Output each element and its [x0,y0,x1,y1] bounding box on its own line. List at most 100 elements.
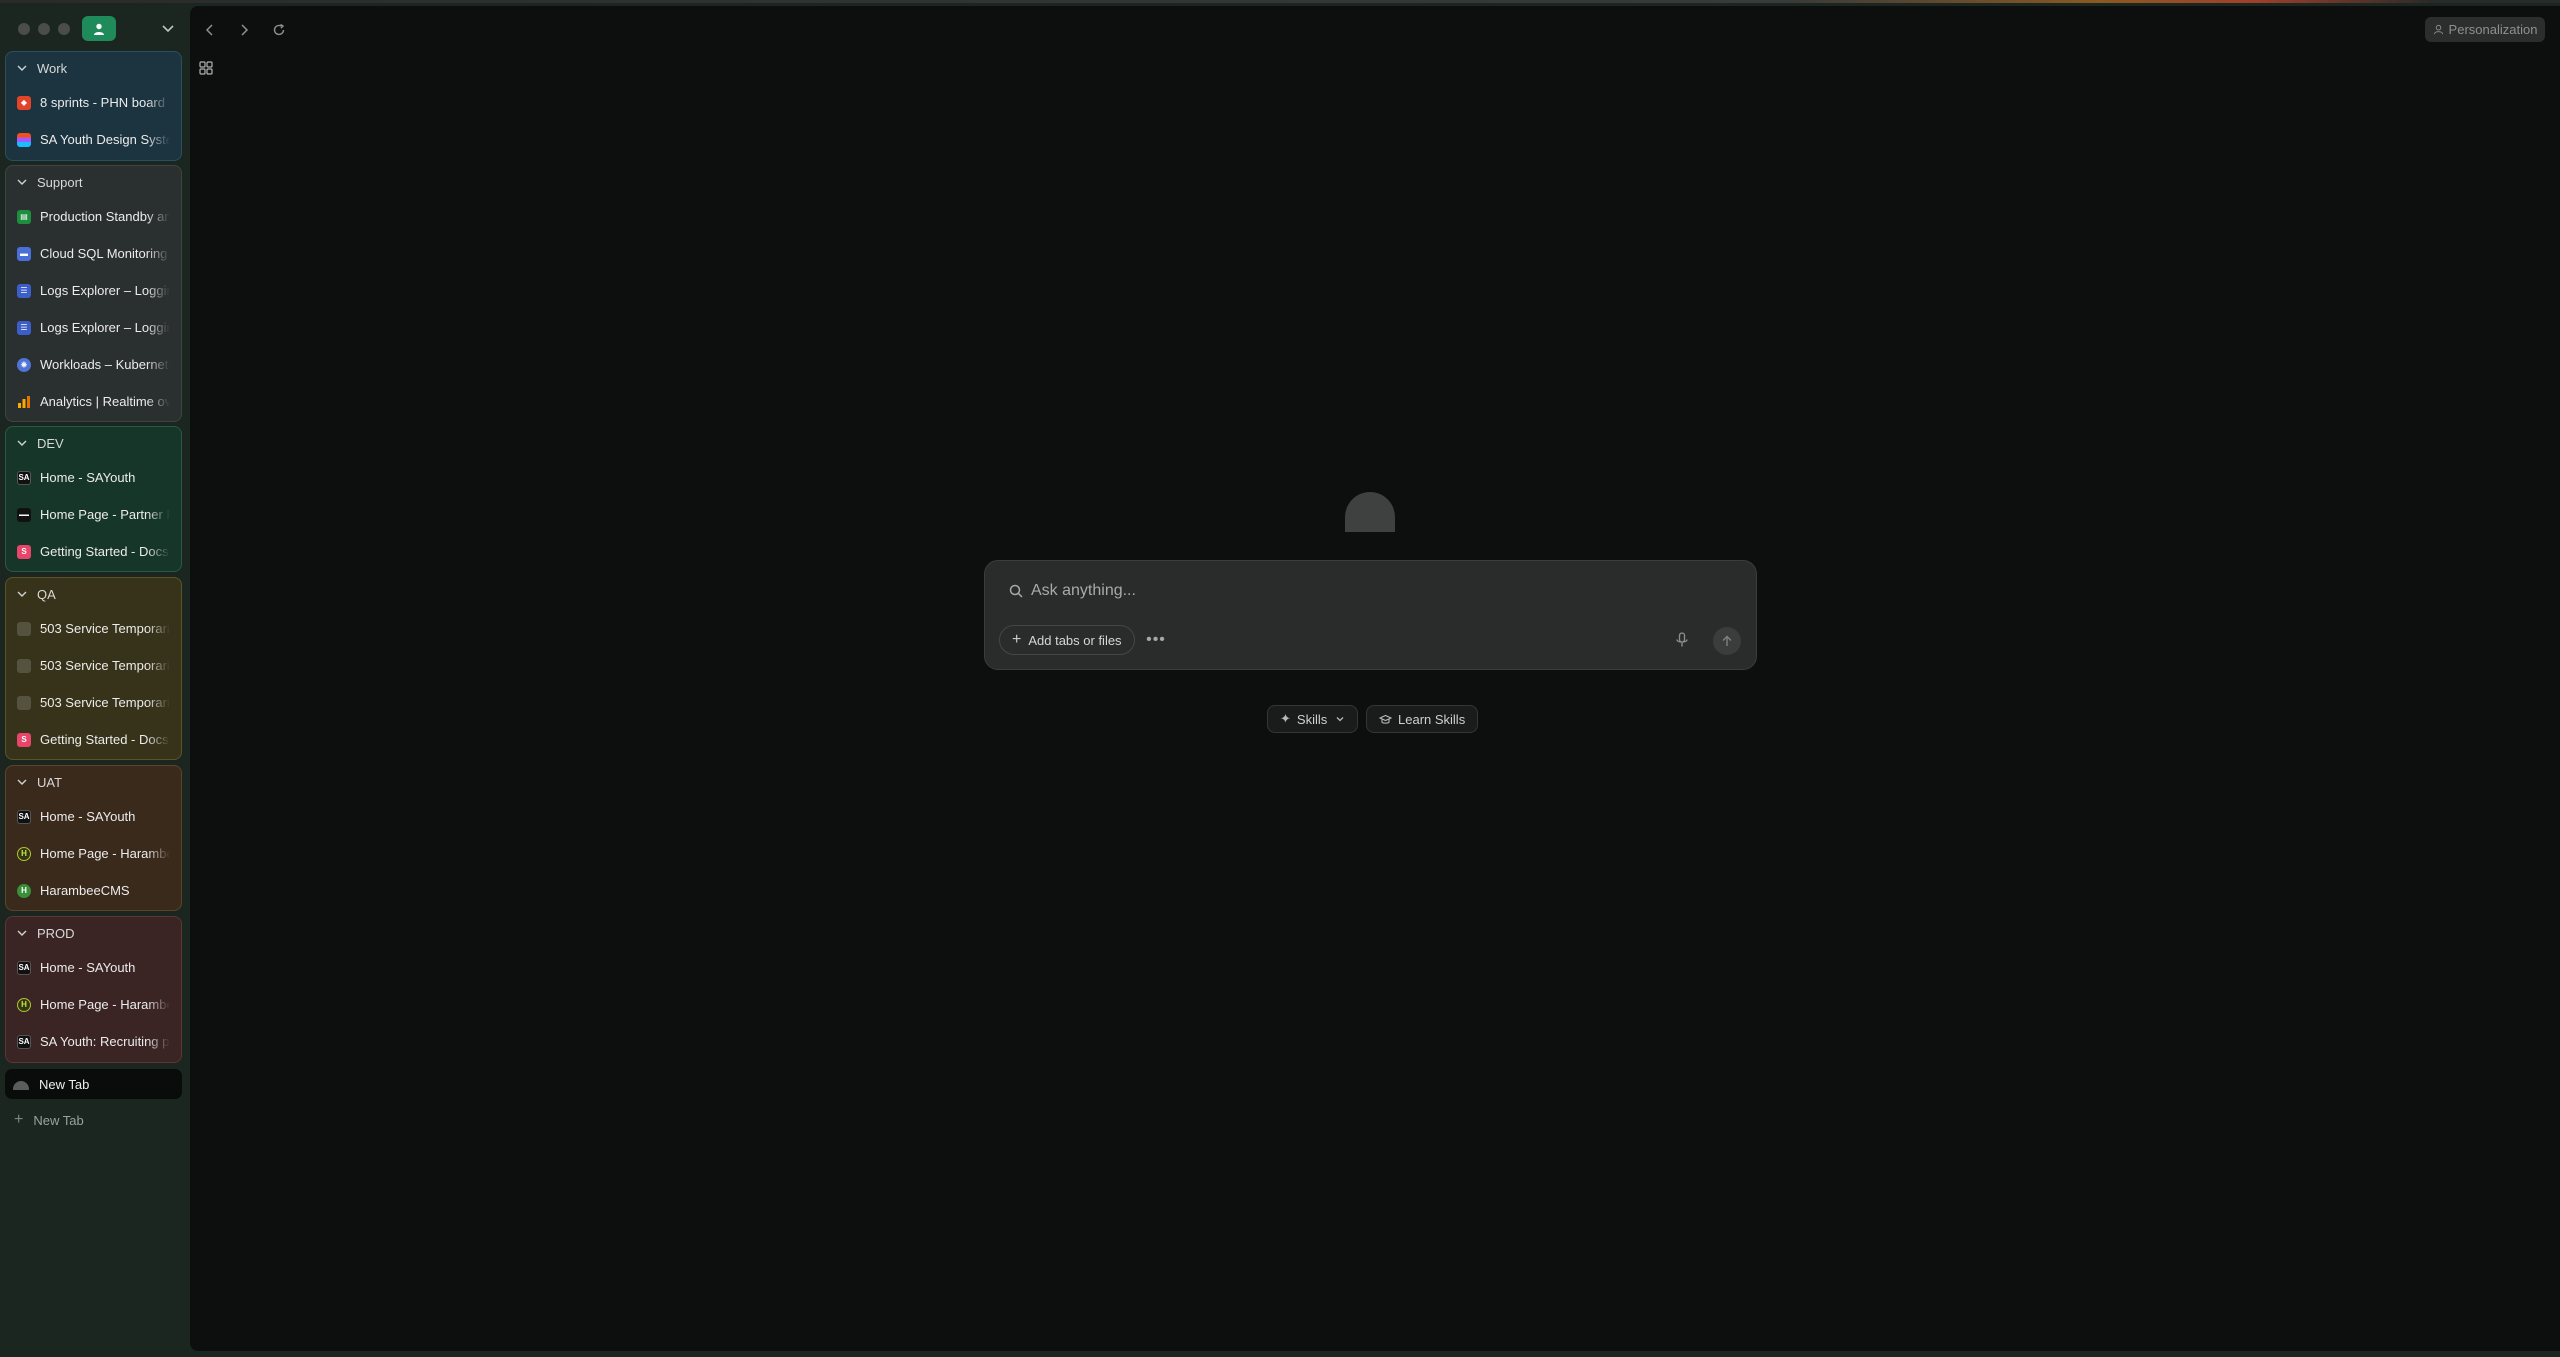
sidebar-tab[interactable]: ☰ Logs Explorer – Logging [6,309,181,346]
analytics-icon [17,395,31,409]
sidebar-tab[interactable]: 503 Service Temporarily Unavailable [6,647,181,684]
tab-group-name: Work [37,60,68,76]
tab-group-work: Work ◆ 8 sprints - PHN board SA Youth De… [5,51,182,161]
sidebar-tab[interactable]: Analytics | Realtime overview [6,383,181,420]
tab-group-support: Support ▤ Production Standby and Support… [5,165,182,422]
grid-icon[interactable] [198,60,214,76]
harambee-icon: H [17,846,31,861]
sidebar-tab-label: 503 Service Temporarily Unavailable [40,658,170,673]
sidebar-tab-label: Home - SAYouth [40,809,136,824]
tab-group-dev: DEV SA Home - SAYouth ▬▬ Home Page - Par… [5,426,182,572]
new-tab-button[interactable]: + New Tab [5,1106,182,1134]
close-window-icon[interactable] [18,23,30,35]
chat-composer: + Add tabs or files ••• [984,560,1757,670]
skills-dropdown[interactable]: ✦ Skills [1267,705,1359,733]
assistant-logo-icon [1345,492,1395,532]
tab-group-header[interactable]: Support [6,166,181,198]
sidebar-tab[interactable]: S Getting Started - Docs [6,721,181,758]
sidebar-tab[interactable]: 503 Service Temporarily Unavailable [6,610,181,647]
personalization-button[interactable]: Personalization [2425,17,2545,42]
user-icon [94,23,104,35]
send-button[interactable] [1713,627,1741,655]
graduation-cap-icon [1379,714,1392,724]
tab-group-name: Support [37,174,83,190]
forward-button[interactable] [234,20,254,40]
chevron-left-icon [205,24,213,36]
sidebar-tab-label: Getting Started - Docs [40,732,169,747]
chevron-down-icon[interactable] [160,20,176,36]
learn-skills-button[interactable]: Learn Skills [1366,705,1479,733]
sayouth-icon: SA [17,809,31,824]
sidebar-tab[interactable]: SA Youth Design System [6,121,181,158]
sidebar-tab[interactable]: H Home Page - Harambee [6,986,181,1023]
chevron-down-icon [17,440,27,446]
blank-page-icon [17,695,31,710]
tab-group-prod: PROD SA Home - SAYouth H Home Page - Har… [5,916,182,1063]
learn-skills-label: Learn Skills [1398,711,1466,727]
sidebar-tab[interactable]: SA SA Youth: Recruiting platform [6,1023,181,1060]
blank-page-icon [17,658,31,673]
strapi-icon: S [17,544,31,559]
chevron-down-icon [17,779,27,785]
tab-group-name: QA [37,586,56,602]
personalization-label: Personalization [2448,22,2538,37]
tab-group-header[interactable]: DEV [6,427,181,459]
sidebar-tab[interactable]: ▬ Cloud SQL Monitoring [6,235,181,272]
add-tabs-label: Add tabs or files [1028,632,1122,648]
sidebar-tab[interactable]: ☰ Logs Explorer – Logging [6,272,181,309]
strapi-icon: S [17,732,31,747]
sidebar-tab[interactable]: ⎈ Workloads – Kubernetes Engine [6,346,181,383]
zoom-window-icon[interactable] [58,23,70,35]
new-tab-favicon-icon [13,1081,29,1090]
more-options-button[interactable]: ••• [1145,631,1167,649]
person-icon [2433,24,2443,35]
sidebar-tab[interactable]: H HarambeeCMS [6,872,181,909]
blank-page-icon [17,621,31,636]
sidebar-tab-label: 503 Service Temporarily Unavailable [40,695,170,710]
chat-input[interactable] [1031,576,1711,606]
gitlab-icon: ◆ [17,95,31,110]
harambee-cms-icon: H [17,883,31,898]
sidebar-tab-label: Home Page - Harambee [40,846,170,861]
sidebar-tab-label: 8 sprints - PHN board [40,95,165,110]
minimize-window-icon[interactable] [38,23,50,35]
microphone-button[interactable] [1672,630,1692,650]
plus-icon: + [14,1111,24,1128]
chevron-down-icon [17,591,27,597]
sidebar-tab[interactable]: SA Home - SAYouth [6,459,181,496]
new-tab-label: New Tab [33,1112,84,1128]
sidebar-tab[interactable]: H Home Page - Harambee [6,835,181,872]
chevron-down-icon [17,65,27,71]
tab-group-header[interactable]: UAT [6,766,181,798]
tab-group-name: PROD [37,925,75,941]
sidebar-tab-label: Home Page - Harambee [40,997,170,1012]
back-button[interactable] [200,20,220,40]
sidebar-tab-label: Workloads – Kubernetes Engine [40,357,170,372]
chevron-down-icon [17,179,27,185]
tab-group-header[interactable]: PROD [6,917,181,949]
sidebar-tab[interactable]: 503 Service Temporarily Unavailable [6,684,181,721]
sidebar-tab-label: Home - SAYouth [40,470,136,485]
sidebar-tab[interactable]: SA Home - SAYouth [6,949,181,986]
sidebar-tab[interactable]: S Getting Started - Docs [6,533,181,570]
sidebar-tab-label: SA Youth Design System [40,132,170,147]
sheets-icon: ▤ [17,209,31,224]
reload-button[interactable] [269,20,289,40]
plus-icon: + [1012,631,1022,648]
sidebar-tab[interactable]: ◆ 8 sprints - PHN board [6,84,181,121]
main-content: Personalization + Add tabs or files ••• [190,6,2560,1351]
add-tabs-or-files-button[interactable]: + Add tabs or files [999,625,1135,655]
search-icon [1009,584,1023,598]
partner-icon: ▬▬ [17,507,31,522]
profile-button[interactable] [82,16,116,41]
tab-group-name: DEV [37,435,64,451]
tab-group-header[interactable]: Work [6,52,181,84]
active-tab[interactable]: New Tab [5,1069,182,1099]
sidebar-tab[interactable]: ▤ Production Standby and Support [6,198,181,235]
sidebar-tab[interactable]: SA Home - SAYouth [6,798,181,835]
sidebar-tab[interactable]: ▬▬ Home Page - Partner Portal [6,496,181,533]
tab-group-header[interactable]: QA [6,578,181,610]
sidebar-tab-label: 503 Service Temporarily Unavailable [40,621,170,636]
kubernetes-icon: ⎈ [17,357,31,372]
skills-label: Skills [1296,711,1328,727]
